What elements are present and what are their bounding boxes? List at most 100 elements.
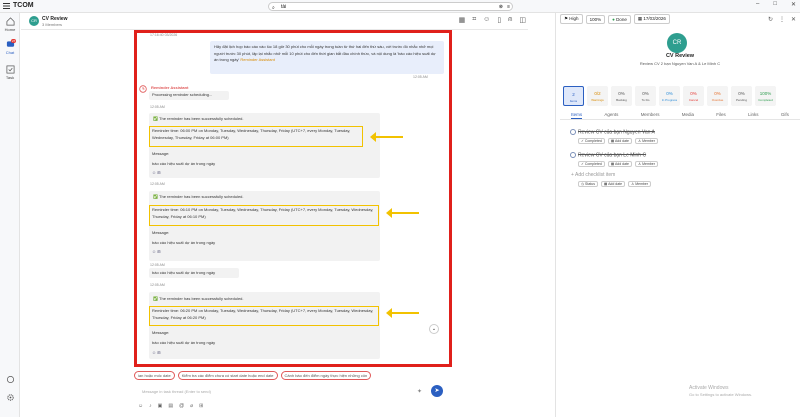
add-status-label: Status — [585, 182, 595, 186]
stat-overdue[interactable]: 0% Overdue — [707, 86, 728, 106]
close-panel-icon[interactable]: ✕ — [791, 16, 796, 23]
stat-label: To Do — [641, 98, 650, 102]
chat-badge: 27 — [11, 39, 17, 43]
filter-icon[interactable]: ≡ — [507, 3, 510, 11]
sparkle-icon[interactable]: ✦ — [417, 388, 422, 395]
tab-items[interactable]: Items — [571, 112, 583, 119]
stat-label: Overdue — [711, 98, 724, 102]
checklist-item-2-title: Review CV của bạn Le Minh C — [578, 152, 647, 159]
mic-icon[interactable]: ♪ — [149, 403, 152, 409]
settings-button[interactable] — [0, 393, 20, 403]
tab-files[interactable]: Files — [716, 112, 726, 119]
item-1-status-label: Completed — [584, 139, 602, 143]
item-1-member[interactable]: ♙ Member — [634, 138, 658, 144]
clear-icon[interactable]: ⊗ — [499, 3, 503, 11]
menu-icon[interactable] — [3, 2, 10, 9]
top-bar: TCOM ⌕ tài ⊗ ≡ – □ ✕ — [0, 0, 800, 13]
item-1-status[interactable]: ✓ Completed — [578, 138, 605, 144]
status-tag[interactable]: ● Done — [608, 14, 631, 24]
checklist-item-1[interactable]: Review CV của bạn Nguyen Van A — [570, 129, 655, 135]
check-icon[interactable] — [570, 152, 576, 158]
chat-header: CR CV Review 3 Members ▦ ⌗ ☺ ▯ ⍝ ◫ — [21, 13, 528, 30]
stat-label: Pending — [735, 98, 747, 102]
phone-icon[interactable]: ▯ — [497, 16, 501, 24]
date-tag[interactable]: ▦ 17/03/2026 — [633, 14, 670, 24]
search-icon: ⌕ — [272, 5, 275, 11]
task-stats: 2 Items 0/2 Warnings 0% Backlog 0% To Do 0% In Pr… — [563, 86, 776, 106]
gif-icon[interactable]: ▤ — [168, 403, 173, 409]
grid-icon[interactable]: ▦ — [459, 16, 466, 24]
item-2-member[interactable]: ♙ Member — [634, 161, 658, 167]
add-item-meta: ◷ Status ▦ Add date ♙ Member — [578, 181, 652, 187]
nav-chat[interactable]: 27 Chat — [0, 39, 20, 55]
chat-members[interactable]: 3 Members — [42, 22, 62, 27]
tab-links[interactable]: Links — [748, 112, 759, 119]
refresh-panel-icon[interactable]: ↻ — [768, 16, 773, 23]
attach-icon[interactable]: ⌀ — [190, 403, 193, 409]
send-button[interactable]: ➤ — [431, 385, 443, 397]
item-2-member-label: Member — [642, 162, 655, 166]
item-2-status[interactable]: ✓ Completed — [578, 161, 605, 167]
search-value: tài — [281, 4, 287, 10]
refresh-icon — [6, 375, 14, 384]
emoji-icon[interactable]: ☺ — [138, 403, 143, 409]
nav-task[interactable]: Task — [0, 65, 20, 80]
close-icon[interactable]: ✕ — [791, 1, 796, 8]
item-1-date[interactable]: ▦ Add date — [607, 138, 632, 144]
task-avatar: CR — [667, 33, 687, 53]
stat-label: Items — [569, 99, 578, 103]
nav-home[interactable]: Home — [0, 17, 20, 32]
stat-value: 0% — [642, 91, 649, 96]
app-brand: TCOM — [3, 2, 34, 9]
stat-backlog[interactable]: 0% Backlog — [611, 86, 632, 106]
image-icon[interactable]: ▣ — [158, 403, 163, 409]
user-add-icon[interactable]: ⍝ — [508, 16, 512, 24]
panel-controls: ↻ ⋮ ✕ — [768, 16, 796, 23]
add-date[interactable]: ▦ Add date — [600, 181, 626, 187]
stat-value: 0% — [666, 91, 673, 96]
annotation-red-frame — [134, 30, 452, 367]
stat-completed[interactable]: 100% Completed — [755, 86, 776, 106]
stat-warnings[interactable]: 0/2 Warnings — [587, 86, 608, 106]
checklist-item-2-meta: ✓ Completed ▦ Add date ♙ Member — [578, 161, 658, 167]
add-member[interactable]: ♙ Member — [628, 181, 652, 187]
add-status[interactable]: ◷ Status — [578, 181, 598, 187]
maximize-icon[interactable]: □ — [773, 1, 777, 8]
tab-members[interactable]: Members — [641, 112, 660, 119]
stat-value: 2 — [572, 92, 575, 97]
stat-items[interactable]: 2 Items — [563, 86, 584, 106]
chip-3[interactable]: Cảnh báo đến điểm ngày thực hiện những c… — [280, 371, 372, 380]
priority-tag[interactable]: ⚑ High — [560, 14, 583, 24]
check-icon[interactable] — [570, 129, 576, 135]
add-checklist-label: Add checklist item — [575, 172, 616, 178]
tab-media[interactable]: Media — [682, 112, 694, 119]
task-icon — [6, 65, 14, 74]
stat-in-progress[interactable]: 0% In Progress — [659, 86, 680, 106]
message-input[interactable]: Message in task thread (Enter to send) — [137, 386, 425, 398]
chip-1[interactable]: ian hoặc mốc date — [134, 371, 175, 380]
refresh-button[interactable] — [0, 375, 20, 385]
mention-icon[interactable]: @ — [179, 403, 184, 409]
tab-agents[interactable]: Agents — [604, 112, 618, 119]
tab-gifs[interactable]: Gifs — [781, 112, 789, 119]
robot-icon[interactable]: ☺ — [483, 16, 490, 24]
left-nav: Home 27 Chat Task — [0, 13, 20, 417]
home-icon — [6, 17, 14, 26]
item-2-date[interactable]: ▦ Add date — [607, 161, 632, 167]
sidebar-toggle-icon[interactable]: ◫ — [519, 16, 526, 24]
stat-pending[interactable]: 0% Pending — [731, 86, 752, 106]
chip-2[interactable]: Kiểm tra các điểm chưa có start date hoặ… — [177, 371, 278, 380]
checklist-item-2[interactable]: Review CV của bạn Le Minh C — [570, 152, 646, 158]
search-input[interactable]: ⌕ tài ⊗ ≡ — [268, 2, 513, 11]
minimize-icon[interactable]: – — [756, 1, 759, 8]
panel-divider — [555, 13, 556, 417]
panel-tabs: Items Agents Members Media Files Links Gifs — [560, 112, 800, 120]
done-icon: ● — [612, 16, 615, 22]
progress-tag[interactable]: 100% — [585, 14, 606, 24]
stat-to-do[interactable]: 0% To Do — [635, 86, 656, 106]
stat-cancel[interactable]: 0% Cancel — [683, 86, 704, 106]
more-icon[interactable]: ⋮ — [779, 16, 785, 23]
tag-icon[interactable]: ⌗ — [472, 16, 476, 24]
apps-icon[interactable]: ⊞ — [199, 403, 203, 409]
add-checklist-item[interactable]: + Add checklist item — [571, 172, 615, 178]
